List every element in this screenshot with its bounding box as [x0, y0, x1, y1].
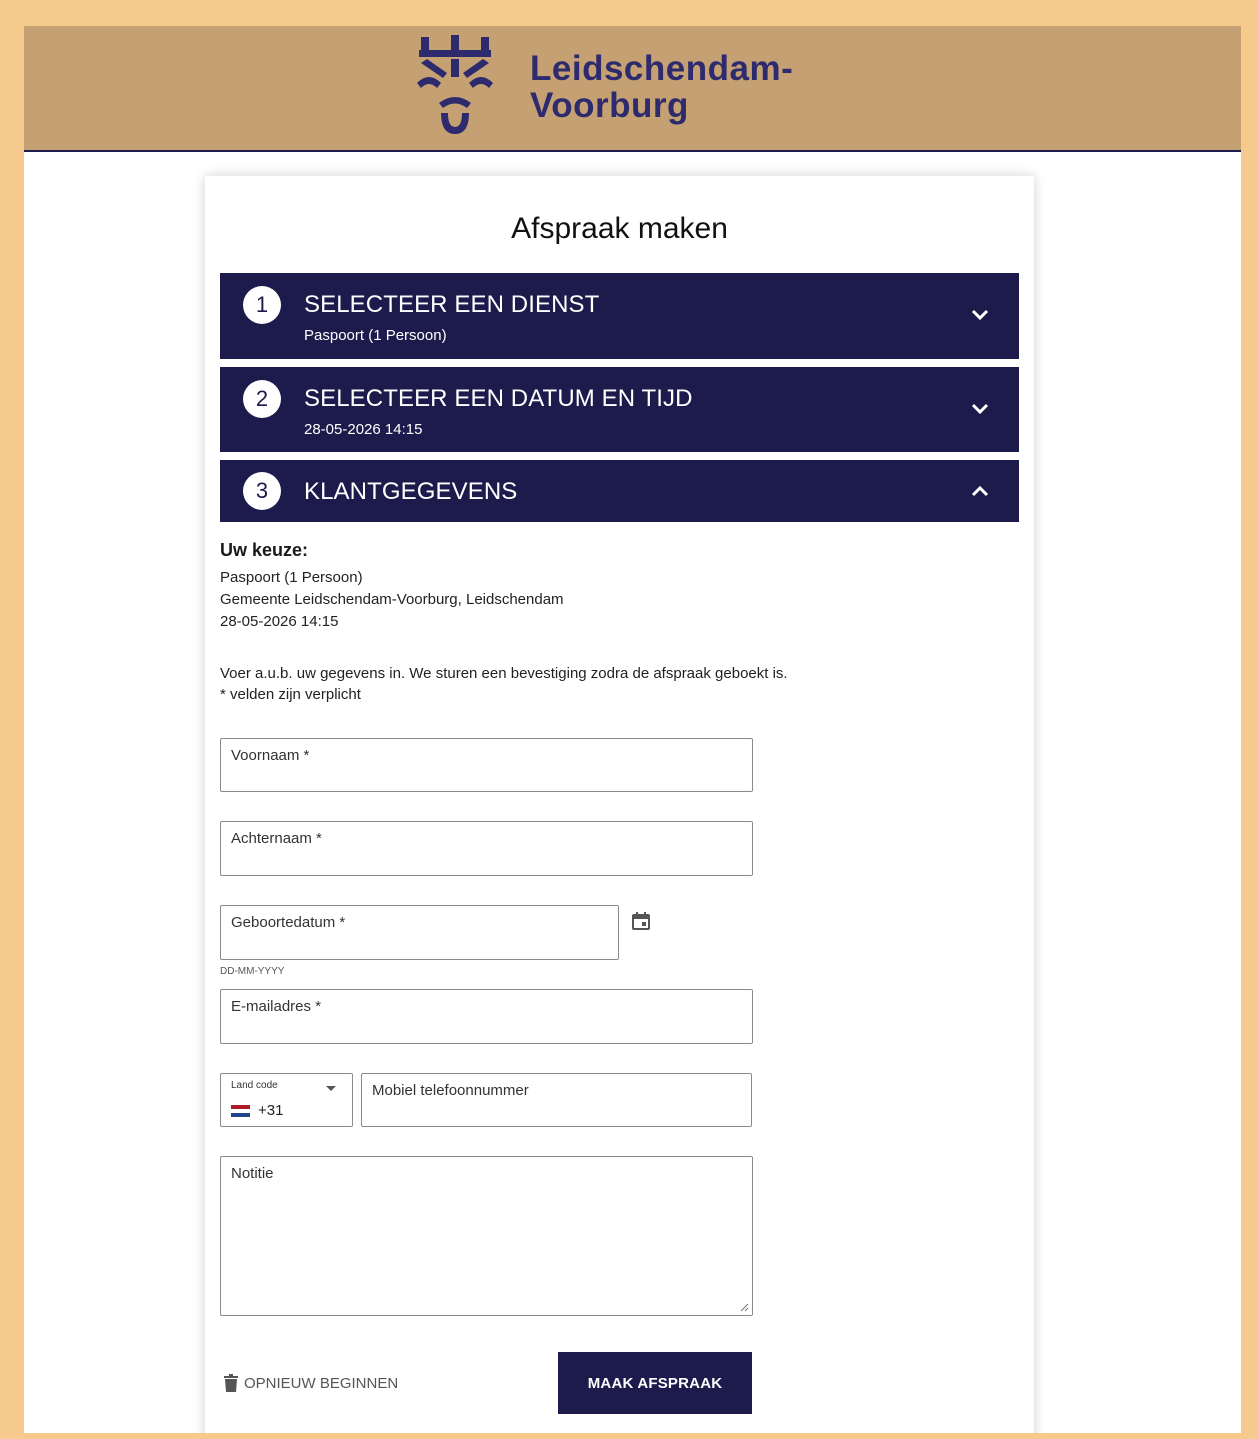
resize-handle-icon[interactable] — [740, 1303, 749, 1312]
step-number: 1 — [243, 286, 281, 324]
required-fields-note: * velden zijn verplicht — [220, 686, 361, 703]
page-frame: Leidschendam- Voorburg Afspraak maken 1 … — [24, 26, 1241, 1433]
chevron-down-icon[interactable] — [971, 309, 989, 321]
site-header: Leidschendam- Voorburg — [24, 26, 1241, 152]
dropdown-caret-icon — [326, 1086, 336, 1091]
step-title: SELECTEER EEN DIENST — [304, 291, 600, 318]
email-label: E-mailadres * — [231, 998, 322, 1015]
logo-wordmark: Leidschendam- Voorburg — [530, 50, 793, 124]
birthdate-field[interactable]: Geboortedatum * — [220, 905, 619, 960]
step-subtitle: 28-05-2026 14:15 — [304, 421, 423, 438]
last-name-field[interactable]: Achternaam * — [220, 821, 753, 876]
municipal-crown-icon — [417, 35, 493, 134]
country-code-select[interactable]: Land code +31 — [220, 1073, 353, 1127]
step-number: 2 — [243, 380, 281, 418]
phone-label: Mobiel telefoonnummer — [372, 1082, 529, 1099]
phone-field[interactable]: Mobiel telefoonnummer — [361, 1073, 752, 1127]
step-select-datetime[interactable]: 2 SELECTEER EEN DATUM EN TIJD 28-05-2026… — [220, 367, 1019, 452]
step-subtitle: Paspoort (1 Persoon) — [304, 327, 447, 344]
first-name-field[interactable]: Voornaam * — [220, 738, 753, 792]
step-select-service[interactable]: 1 SELECTEER EEN DIENST Paspoort (1 Perso… — [220, 273, 1019, 359]
reset-button[interactable]: OPNIEUW BEGINNEN — [224, 1374, 398, 1392]
choice-location: Gemeente Leidschendam-Voorburg, Leidsche… — [220, 591, 564, 608]
instructions-text: Voer a.u.b. uw gegevens in. We sturen ee… — [220, 665, 788, 682]
step-customer-details[interactable]: 3 KLANTGEGEVENS — [220, 460, 1019, 522]
step-number: 3 — [243, 472, 281, 510]
submit-appointment-button[interactable]: MAAK AFSPRAAK — [558, 1352, 752, 1414]
reset-label: OPNIEUW BEGINNEN — [244, 1374, 399, 1392]
birthdate-format-hint: DD-MM-YYYY — [220, 966, 285, 977]
note-textarea[interactable]: Notitie — [220, 1156, 753, 1316]
chevron-down-icon[interactable] — [971, 403, 989, 415]
netherlands-flag-icon — [231, 1105, 250, 1117]
step-title: KLANTGEGEVENS — [304, 478, 518, 505]
country-code-label: Land code — [231, 1080, 278, 1091]
appointment-card: Afspraak maken 1 SELECTEER EEN DIENST Pa… — [205, 176, 1034, 1433]
choice-service: Paspoort (1 Persoon) — [220, 569, 363, 586]
first-name-label: Voornaam * — [231, 747, 310, 764]
chevron-up-icon[interactable] — [971, 485, 989, 497]
note-label: Notitie — [231, 1165, 274, 1182]
trash-icon — [224, 1374, 238, 1392]
step-title: SELECTEER EEN DATUM EN TIJD — [304, 385, 693, 412]
choice-datetime: 28-05-2026 14:15 — [220, 613, 339, 630]
last-name-label: Achternaam * — [231, 830, 322, 847]
email-field[interactable]: E-mailadres * — [220, 989, 753, 1044]
logo-line-2: Voorburg — [530, 86, 689, 125]
birthdate-label: Geboortedatum * — [231, 914, 346, 931]
page-title: Afspraak maken — [511, 212, 728, 245]
logo-line-1: Leidschendam- — [530, 49, 794, 88]
choice-heading: Uw keuze: — [220, 540, 309, 560]
country-code-value: +31 — [258, 1102, 284, 1119]
calendar-icon[interactable] — [631, 911, 651, 931]
